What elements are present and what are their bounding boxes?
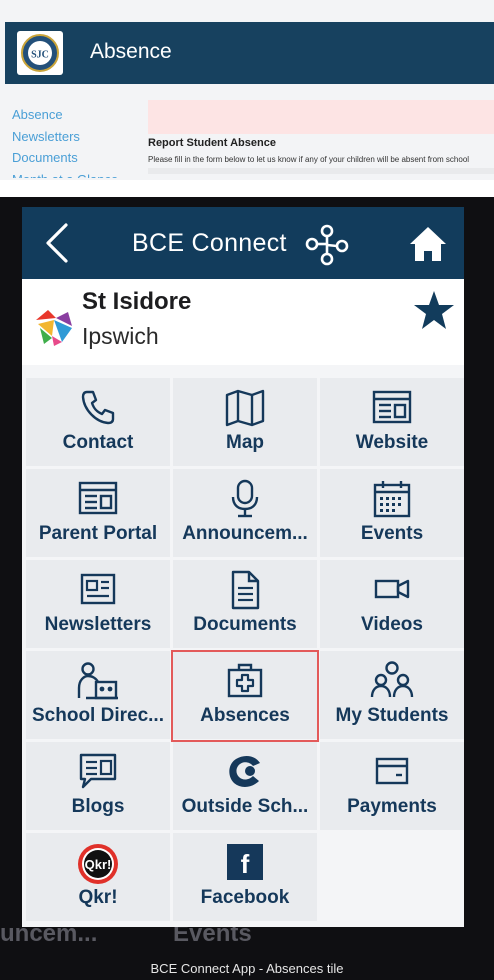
tile-label: Outside Sch...	[181, 796, 309, 817]
back-chevron-icon[interactable]	[42, 221, 72, 265]
website-alert-box	[148, 100, 494, 134]
form-instructions: Please fill in the form below to let us …	[148, 155, 470, 164]
favourite-star-icon[interactable]	[413, 289, 455, 331]
tile-label: Qkr!	[78, 887, 118, 908]
tile-my-students[interactable]: My Students	[320, 651, 464, 739]
wallet-icon	[375, 757, 409, 785]
tile-facebook[interactable]: f Facebook	[173, 833, 317, 921]
tile-map[interactable]: Map	[173, 378, 317, 466]
tile-label: School Direc...	[32, 705, 164, 726]
chat-bubble-icon	[79, 753, 117, 789]
map-icon	[225, 389, 265, 427]
tile-label: Newsletters	[44, 614, 152, 635]
tile-blogs[interactable]: Blogs	[26, 742, 170, 830]
phone-icon	[81, 390, 115, 425]
parent-portal-icon	[78, 481, 118, 515]
website-screenshot: SJC Absence Absence Newsletters Document…	[0, 0, 494, 180]
crest-text: SJC	[31, 50, 49, 61]
image-caption: BCE Connect App - Absences tile	[150, 961, 344, 976]
video-camera-icon	[374, 579, 410, 599]
tile-documents[interactable]: Documents	[173, 560, 317, 648]
tile-label: Events	[360, 523, 424, 544]
school-logo-icon	[36, 310, 72, 346]
tile-label: Website	[355, 432, 429, 453]
newsletter-icon	[80, 573, 116, 605]
tile-events[interactable]: Events	[320, 469, 464, 557]
tile-label: Blogs	[71, 796, 125, 817]
school-header: St Isidore Ipswich	[22, 279, 464, 365]
tile-newsletters[interactable]: Newsletters	[26, 560, 170, 648]
school-location: Ipswich	[82, 323, 159, 349]
report-absence-heading: Report Student Absence	[148, 137, 276, 149]
tile-announcements[interactable]: Announcem...	[173, 469, 317, 557]
website-nav: Absence Newsletters Documents Month at a…	[12, 104, 118, 178]
connect-hub-icon	[305, 224, 349, 266]
tile-label: Documents	[193, 614, 297, 635]
tile-school-directory[interactable]: School Direc...	[26, 651, 170, 739]
tile-label: Payments	[347, 796, 437, 817]
phone-screen: BCE Connect St Isidore Ipswich Contact M…	[22, 207, 464, 927]
tile-label: Map	[226, 432, 264, 453]
document-icon	[231, 570, 260, 610]
tile-contact[interactable]: Contact	[26, 378, 170, 466]
website-nav-newsletters[interactable]: Newsletters	[12, 126, 118, 148]
tile-payments[interactable]: Payments	[320, 742, 464, 830]
outside-school-icon	[229, 755, 260, 787]
facebook-logo-text: f	[241, 849, 250, 879]
tile-outside-school[interactable]: Outside Sch...	[173, 742, 317, 830]
tile-label: Facebook	[200, 887, 290, 908]
app-title: BCE Connect	[132, 229, 287, 257]
website-nav-documents[interactable]: Documents	[12, 147, 118, 169]
website-header: SJC Absence	[5, 22, 494, 84]
school-crest-logo: SJC	[17, 31, 63, 75]
tile-label: Absences	[200, 705, 290, 726]
app-bar: BCE Connect	[22, 207, 464, 279]
calendar-icon	[373, 481, 411, 518]
tile-parent-portal[interactable]: Parent Portal	[26, 469, 170, 557]
facebook-icon: f	[227, 844, 263, 880]
home-icon[interactable]	[408, 225, 448, 263]
tile-label: Contact	[62, 432, 134, 453]
website-nav-absence[interactable]: Absence	[12, 104, 118, 126]
tile-label: Announcem...	[182, 523, 308, 544]
qkr-logo-text: Qkr!	[85, 857, 112, 872]
qkr-logo: Qkr!	[78, 844, 118, 884]
website-icon	[372, 390, 412, 424]
tile-label: Parent Portal	[38, 523, 158, 544]
microphone-icon	[231, 479, 259, 518]
website-page-title: Absence	[90, 40, 172, 63]
students-icon	[370, 661, 414, 698]
form-field[interactable]	[148, 168, 494, 174]
first-aid-kit-icon	[227, 663, 263, 698]
tile-label: Videos	[361, 614, 423, 635]
website-nav-month[interactable]: Month at a Glance	[12, 169, 118, 178]
tile-qkr[interactable]: Qkr! Qkr!	[26, 833, 170, 921]
tile-label: My Students	[335, 705, 449, 726]
school-name: St Isidore	[82, 288, 192, 315]
school-directory-icon	[77, 662, 118, 700]
tile-videos[interactable]: Videos	[320, 560, 464, 648]
tile-absences[interactable]: Absences	[173, 651, 317, 739]
tile-website[interactable]: Website	[320, 378, 464, 466]
